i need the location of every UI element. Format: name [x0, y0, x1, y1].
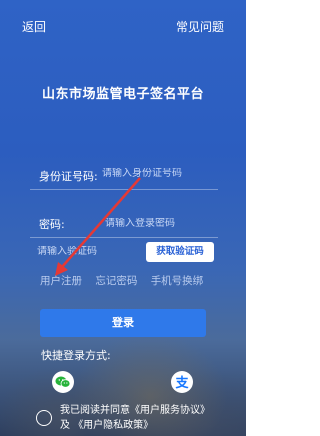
- verification-code-row: 获取验证码: [30, 242, 218, 268]
- agreement-radio[interactable]: [36, 410, 52, 426]
- password-label: 密码:: [39, 218, 65, 231]
- back-button[interactable]: 返回: [22, 18, 46, 35]
- privacy-policy-link[interactable]: 《用户隐私政策》: [73, 420, 153, 431]
- register-link[interactable]: 用户注册: [40, 275, 82, 287]
- wechat-login-button[interactable]: [52, 371, 74, 393]
- alipay-icon: 支: [174, 375, 189, 390]
- login-screen: 返回 常见问题 山东市场监管电子签名平台 身份证号码: 密码: 获取验证码 用户…: [0, 0, 246, 436]
- faq-link[interactable]: 常见问题: [176, 18, 224, 35]
- svg-text:支: 支: [174, 375, 189, 390]
- alipay-login-button[interactable]: 支: [171, 371, 193, 393]
- verification-code-input[interactable]: [37, 246, 137, 257]
- agreement-and: 及: [60, 420, 70, 431]
- change-phone-link[interactable]: 手机号换绑: [151, 275, 204, 287]
- id-number-input[interactable]: [102, 168, 214, 179]
- password-row: 密码:: [30, 215, 218, 238]
- page-title: 山东市场监管电子签名平台: [41, 87, 204, 102]
- get-code-button[interactable]: 获取验证码: [146, 242, 214, 262]
- login-button[interactable]: 登录: [40, 309, 206, 337]
- quick-login-label: 快捷登录方式:: [41, 349, 111, 362]
- agreement-text: 我已阅读并同意《用户服务协议》 及 《用户隐私政策》: [60, 403, 220, 433]
- service-agreement-link[interactable]: 《用户服务协议》: [130, 405, 210, 416]
- top-bar: 返回 常见问题: [0, 18, 246, 38]
- forgot-password-link[interactable]: 忘记密码: [95, 275, 137, 287]
- id-number-row: 身份证号码:: [30, 165, 218, 190]
- id-number-label: 身份证号码:: [39, 170, 98, 183]
- password-input[interactable]: [105, 218, 215, 229]
- account-links: 用户注册 忘记密码 手机号换绑: [40, 273, 213, 288]
- agreement-prefix: 我已阅读并同意: [60, 405, 130, 416]
- wechat-icon: [55, 376, 71, 388]
